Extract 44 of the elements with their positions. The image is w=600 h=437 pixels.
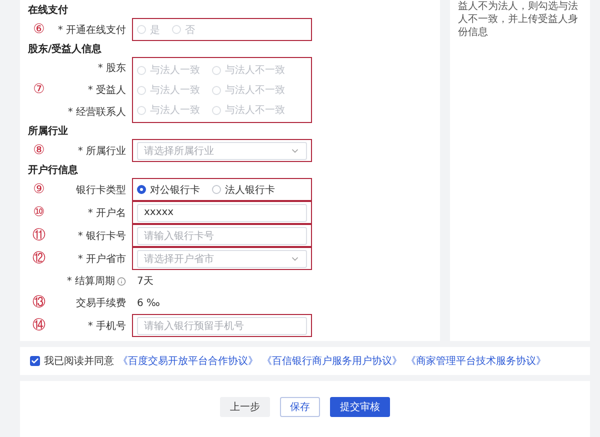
checkbox[interactable] bbox=[30, 356, 40, 366]
info-icon bbox=[117, 276, 126, 286]
annotation-number: ⑧ bbox=[32, 144, 46, 158]
annotation-number: ⑬ bbox=[32, 296, 46, 310]
action-button[interactable]: 上一步 bbox=[220, 397, 270, 417]
annotation-number: ⑭ bbox=[32, 318, 46, 332]
field-label: * 开户名 bbox=[86, 206, 127, 220]
annotation-number: ⑩ bbox=[32, 206, 46, 220]
select-field[interactable]: 请选择开户省市 bbox=[137, 250, 307, 268]
field-label: * 结算周期 bbox=[50, 274, 132, 288]
agreement-link[interactable]: 《百信银行商户服务用户协议》 bbox=[262, 354, 402, 368]
field-value: 7天 bbox=[137, 275, 154, 288]
field-label: * 开户省市 bbox=[76, 252, 127, 266]
agreement-link[interactable]: 《商家管理平台技术服务协议》 bbox=[406, 354, 546, 368]
radio-option[interactable]: 对公银行卡 bbox=[137, 182, 200, 196]
field-label: * 所属行业 bbox=[76, 144, 127, 158]
annotation-number: ⑥ bbox=[32, 22, 46, 36]
help-text: 益人不为法人，则勾选与法人不一致，并上传受益人身份信息 bbox=[458, 0, 579, 39]
field-label: * 股东 bbox=[96, 62, 127, 75]
field-label: * 经营联系人 bbox=[66, 106, 127, 119]
field-label: * 受益人 bbox=[86, 84, 127, 97]
input-field[interactable]: 请输入银行预留手机号 bbox=[137, 316, 307, 334]
input-field[interactable]: 请输入银行卡号 bbox=[137, 226, 307, 244]
field-label: * 银行卡号 bbox=[76, 230, 127, 242]
field-value: 6 ‰ bbox=[137, 298, 160, 308]
field-label: * 开通在线支付 bbox=[56, 24, 127, 36]
annotation-number: ⑫ bbox=[32, 252, 46, 266]
annotation-number: ⑨ bbox=[32, 182, 46, 196]
section-title: 在线支付 bbox=[28, 4, 69, 17]
field-label: * 手机号 bbox=[86, 320, 127, 332]
section-title: 所属行业 bbox=[28, 125, 69, 138]
annotation-number: ⑦ bbox=[32, 83, 46, 97]
section-title: 开户行信息 bbox=[28, 164, 79, 177]
select-field[interactable]: 请选择所属行业 bbox=[137, 142, 307, 160]
radio-option[interactable]: 法人银行卡 bbox=[212, 182, 275, 196]
field-label: 交易手续费 bbox=[75, 296, 127, 310]
field-label: 银行卡类型 bbox=[75, 184, 127, 196]
action-button[interactable]: 保存 bbox=[280, 397, 320, 417]
section-title: 股东/受益人信息 bbox=[28, 43, 103, 56]
annotation-number: ⑪ bbox=[32, 228, 46, 242]
agreement-text: 我已阅读并同意 bbox=[44, 354, 114, 368]
agreement-link[interactable]: 《百度交易开放平台合作协议》 bbox=[118, 354, 258, 368]
action-button[interactable]: 提交审核 bbox=[330, 397, 390, 417]
input-field[interactable]: xxxxx bbox=[137, 204, 307, 222]
